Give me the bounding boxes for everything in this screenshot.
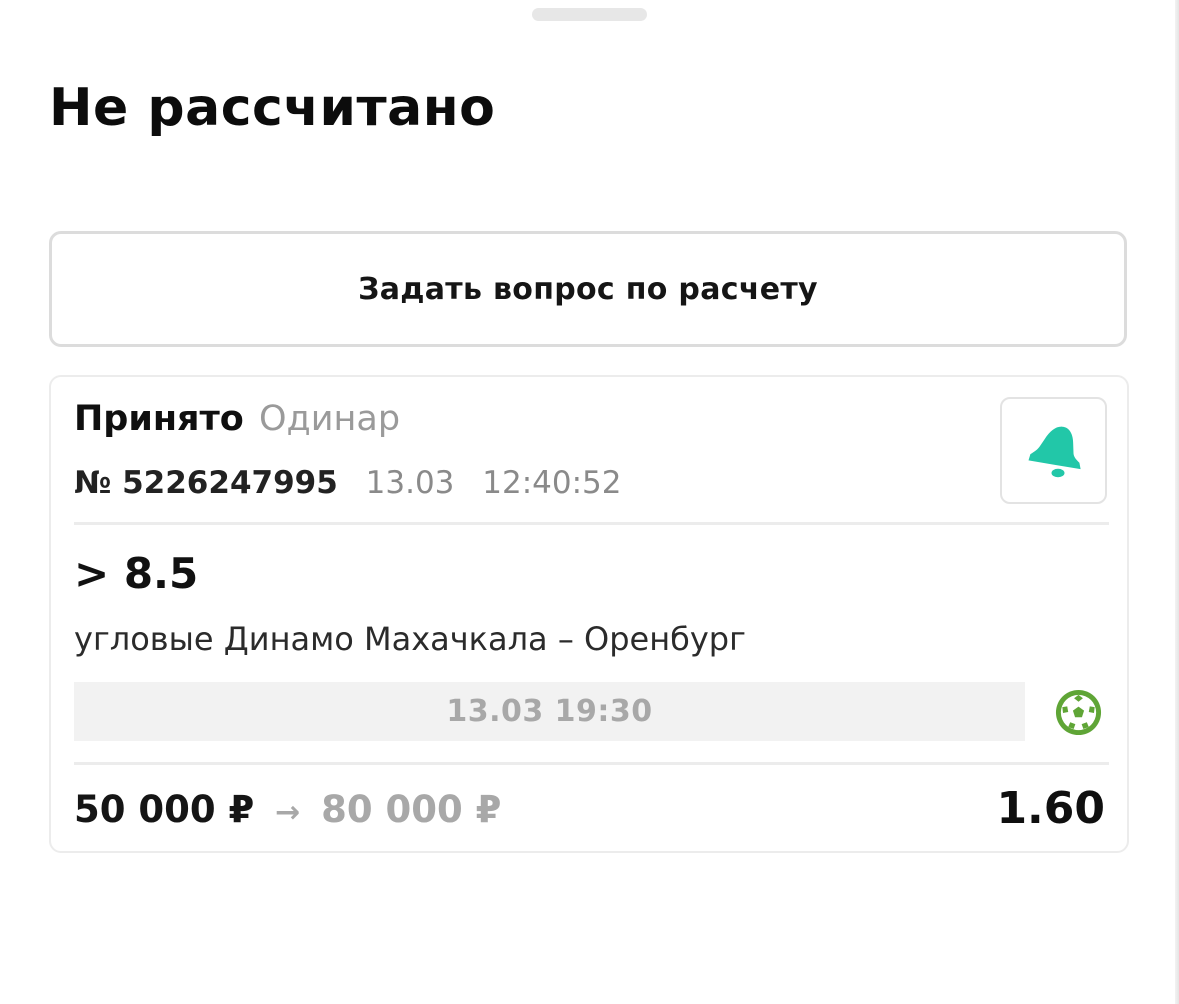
event-name: угловые Динамо Махачкала – Оренбург (74, 620, 746, 658)
bet-time: 12:40:52 (482, 465, 622, 501)
bet-type: Одинар (259, 399, 401, 439)
bet-meta-row: № 5226247995 13.03 12:40:52 (74, 465, 622, 501)
sheet-edge (1175, 0, 1179, 1004)
football-icon (1055, 689, 1102, 736)
bet-outcome: > 8.5 (74, 549, 199, 598)
bell-icon (1028, 426, 1081, 477)
bet-card: Принято Одинар № 5226247995 13.03 12:40:… (49, 375, 1129, 853)
card-divider (74, 522, 1109, 525)
stake-amount: 50 000 ₽ (74, 788, 255, 831)
card-divider (74, 762, 1109, 765)
potential-payout: 80 000 ₽ (321, 788, 502, 831)
bet-status: Принято (74, 399, 244, 439)
bet-details-sheet: Не рассчитано Задать вопрос по расчету П… (0, 0, 1179, 1004)
stake-row: 50 000 ₽ → 80 000 ₽ (74, 788, 501, 831)
page-title: Не рассчитано (49, 78, 496, 138)
event-datetime: 13.03 19:30 (74, 682, 1025, 741)
bet-date: 13.03 (365, 465, 455, 501)
notify-button[interactable] (1000, 397, 1107, 504)
bet-number: № 5226247995 (74, 465, 338, 501)
arrow-right-icon: → (275, 795, 301, 830)
ask-question-button[interactable]: Задать вопрос по расчету (49, 231, 1127, 347)
bet-status-row: Принято Одинар (74, 399, 400, 439)
sheet-grabber[interactable] (532, 8, 647, 21)
bet-odds: 1.60 (996, 783, 1105, 834)
